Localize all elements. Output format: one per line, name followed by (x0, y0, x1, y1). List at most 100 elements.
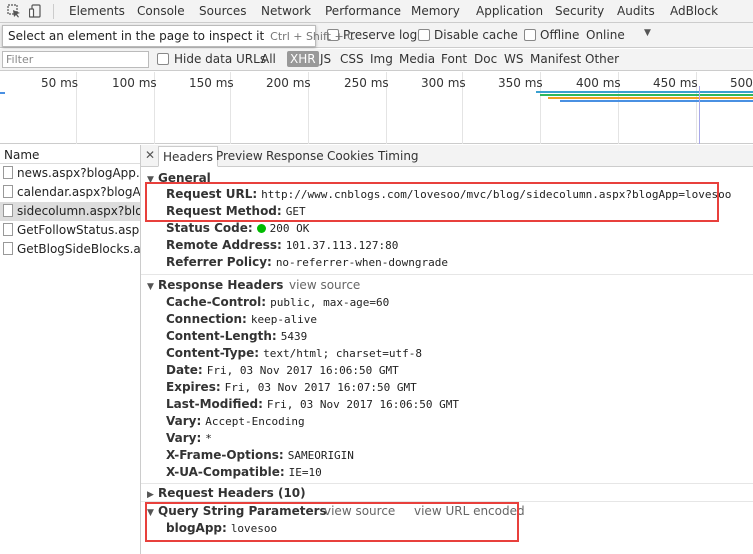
header-value: 101.37.113.127:80 (285, 239, 399, 252)
header-key: Last-Modified: (166, 397, 263, 411)
header-key: Referrer Policy: (166, 255, 272, 269)
tab-elements[interactable]: Elements (69, 4, 125, 18)
section-title: Request Headers (10) (158, 486, 306, 500)
file-icon (3, 223, 13, 236)
timeline-request-bar (560, 100, 753, 102)
timeline-tick-label: 200 ms (266, 76, 311, 90)
timeline-overview[interactable]: 50 ms 100 ms 150 ms 200 ms 250 ms 300 ms… (0, 72, 753, 144)
view-source-link[interactable]: view source (289, 278, 360, 292)
request-row[interactable]: GetBlogSideBlocks.a... (0, 240, 140, 259)
tooltip-shortcut: Ctrl + Shift + C (270, 30, 355, 43)
disable-cache-label: Disable cache (434, 28, 518, 42)
hide-data-urls-label: Hide data URLs (174, 52, 267, 66)
header-value: * (205, 432, 212, 445)
tab-application[interactable]: Application (476, 4, 543, 18)
filter-type-xhr[interactable]: XHR (287, 51, 319, 67)
header-value: 200 OK (269, 222, 310, 235)
response-header-row: Connection: keep-alive (166, 312, 317, 326)
header-key: Vary: (166, 414, 202, 428)
tab-headers[interactable]: Headers (158, 146, 218, 167)
response-header-row: Cache-Control: public, max-age=60 (166, 295, 389, 309)
timeline-tick-label: 100 ms (112, 76, 157, 90)
device-toolbar-icon[interactable] (29, 4, 43, 18)
dropdown-arrow-icon[interactable]: ▼ (644, 28, 651, 38)
highlight-box-general (145, 182, 719, 222)
request-row-selected[interactable]: sidecolumn.aspx?blo... (0, 202, 140, 221)
header-value: text/html; charset=utf-8 (263, 347, 423, 360)
filter-type-manifest[interactable]: Manifest (530, 52, 581, 66)
timeline-tick-label: 250 ms (344, 76, 389, 90)
tooltip-text: Select an element in the page to inspect… (8, 29, 265, 43)
collapsed-triangle-icon: ▶ (147, 490, 154, 500)
request-list: Name news.aspx?blogApp... calendar.aspx?… (0, 145, 141, 554)
filter-type-css[interactable]: CSS (340, 52, 364, 66)
filter-type-doc[interactable]: Doc (474, 52, 497, 66)
tab-memory[interactable]: Memory (411, 4, 460, 18)
request-row[interactable]: news.aspx?blogApp... (0, 164, 140, 183)
offline-checkbox[interactable] (524, 29, 536, 41)
tab-network[interactable]: Network (261, 4, 311, 18)
tab-console[interactable]: Console (137, 4, 185, 18)
timeline-tick-label: 50 ms (41, 76, 79, 90)
timeline-tick-label: 400 ms (576, 76, 621, 90)
timeline-cursor (699, 86, 700, 144)
header-key: X-UA-Compatible: (166, 465, 285, 479)
tab-response[interactable]: Response (266, 149, 324, 163)
header-value: public, max-age=60 (270, 296, 390, 309)
response-header-row: Content-Type: text/html; charset=utf-8 (166, 346, 422, 360)
response-header-row: X-Frame-Options: SAMEORIGIN (166, 448, 354, 462)
filter-type-img[interactable]: Img (370, 52, 393, 66)
section-title: Response Headers (158, 278, 284, 292)
disable-cache-checkbox[interactable] (418, 29, 430, 41)
header-key: Status Code: (166, 221, 253, 235)
name-column-header[interactable]: Name (0, 145, 140, 164)
request-row[interactable]: calendar.aspx?blogA... (0, 183, 140, 202)
response-header-row: Vary: Accept-Encoding (166, 414, 305, 428)
request-name: sidecolumn.aspx?blo... (17, 204, 140, 218)
offline-label: Offline (540, 28, 580, 42)
header-value: Fri, 03 Nov 2017 16:06:50 GMT (266, 398, 459, 411)
inspect-element-icon[interactable] (7, 4, 21, 18)
filter-type-other[interactable]: Other (585, 52, 619, 66)
filter-type-js[interactable]: JS (320, 52, 331, 66)
response-header-row: Vary: * (166, 431, 212, 445)
inspect-tooltip: Select an element in the page to inspect… (2, 25, 355, 47)
header-row-remote-address: Remote Address: 101.37.113.127:80 (166, 238, 398, 252)
tab-adblock[interactable]: AdBlock (670, 4, 718, 18)
tab-audits[interactable]: Audits (617, 4, 655, 18)
timeline-request-bar (548, 97, 753, 99)
filter-input[interactable] (2, 51, 149, 68)
header-key: Cache-Control: (166, 295, 267, 309)
response-header-row: Last-Modified: Fri, 03 Nov 2017 16:06:50 … (166, 397, 459, 411)
filter-type-all[interactable]: All (261, 52, 276, 66)
request-name: GetBlogSideBlocks.a... (17, 242, 140, 256)
request-row[interactable]: GetFollowStatus.asp... (0, 221, 140, 240)
header-key: Expires: (166, 380, 221, 394)
toolbar-divider (53, 4, 54, 19)
filter-type-ws[interactable]: WS (504, 52, 523, 66)
tab-sources[interactable]: Sources (199, 4, 246, 18)
filter-type-media[interactable]: Media (399, 52, 435, 66)
header-key: Connection: (166, 312, 247, 326)
hide-data-urls-checkbox[interactable] (157, 53, 169, 65)
file-icon (3, 242, 13, 255)
response-headers-section-header[interactable]: ▼ Response Headers (147, 278, 283, 292)
filter-type-font[interactable]: Font (441, 52, 467, 66)
section-divider (141, 483, 753, 484)
header-key: Vary: (166, 431, 202, 445)
header-value: 5439 (280, 330, 308, 343)
request-name: calendar.aspx?blogA... (17, 185, 140, 199)
status-ok-icon (256, 224, 266, 233)
tab-preview[interactable]: Preview (216, 149, 263, 163)
tab-security[interactable]: Security (555, 4, 604, 18)
timeline-tick-label: 450 ms (653, 76, 698, 90)
tab-cookies[interactable]: Cookies (327, 149, 374, 163)
close-icon[interactable]: ✕ (145, 148, 155, 162)
tab-performance[interactable]: Performance (325, 4, 401, 18)
tab-timing[interactable]: Timing (378, 149, 419, 163)
timeline-tick-label: 500 (730, 76, 753, 90)
header-key: Content-Type: (166, 346, 260, 360)
header-key: Content-Length: (166, 329, 277, 343)
request-headers-section-header[interactable]: ▶ Request Headers (10) (147, 486, 306, 500)
throttling-select[interactable]: Online (586, 28, 625, 42)
